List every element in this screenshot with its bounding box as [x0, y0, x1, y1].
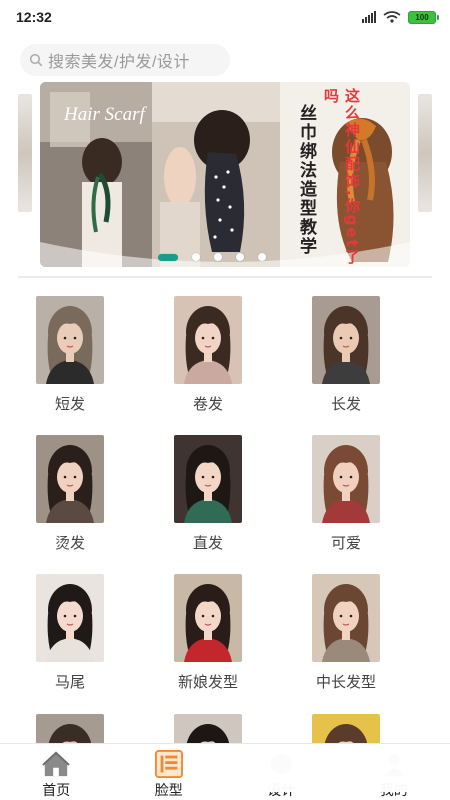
category-item[interactable]: 短发: [25, 296, 115, 414]
category-item[interactable]: 可爱: [301, 435, 391, 553]
banner-main-text: 丝巾绑法造型教学: [296, 104, 316, 256]
face-shape-icon: [154, 750, 183, 778]
carousel-dot[interactable]: [214, 253, 222, 261]
status-icons: 100: [362, 10, 439, 24]
banner-prev-peek[interactable]: [18, 94, 32, 212]
battery-level: 100: [415, 12, 429, 22]
nav-home-label: 首页: [42, 782, 71, 798]
banner-slide[interactable]: Hair Scarf 丝巾绑法造型教学 这么神仙配饰,你get了吗: [40, 82, 410, 267]
banner-next-peek[interactable]: [418, 94, 432, 212]
watermark-overlay: [250, 748, 430, 792]
category-label: 新娘发型: [177, 674, 238, 691]
wifi-icon: [383, 11, 401, 23]
app-screen: 12:32 100 搜索美发/护发/设计 Hair Scarf 丝巾绑法造型教学…: [0, 0, 450, 800]
category-label: 卷发: [192, 396, 223, 413]
search-input[interactable]: 搜索美发/护发/设计: [20, 44, 230, 76]
category-thumbnail: [174, 574, 242, 662]
status-time: 12:32: [16, 9, 52, 25]
category-thumbnail: [36, 296, 104, 384]
carousel-dot[interactable]: [192, 253, 200, 261]
category-item[interactable]: 烫发: [25, 435, 115, 553]
category-thumbnail: [174, 435, 242, 523]
category-label: 长发: [330, 396, 361, 413]
search-placeholder: 搜索美发/护发/设计: [48, 54, 190, 71]
banner-accent-text: 这么神仙配饰,你get了吗: [322, 88, 361, 266]
category-label: 可爱: [330, 535, 361, 552]
status-bar: 12:32 100: [0, 0, 450, 34]
category-label: 烫发: [54, 535, 85, 552]
divider: [18, 276, 432, 278]
category-item[interactable]: 直发: [163, 435, 253, 553]
category-item[interactable]: 马尾: [25, 574, 115, 692]
category-label: 直发: [192, 535, 223, 552]
carousel-dot[interactable]: [258, 253, 266, 261]
category-thumbnail: [312, 435, 380, 523]
category-item[interactable]: 卷发: [163, 296, 253, 414]
carousel-dot[interactable]: [236, 253, 244, 261]
category-label: 马尾: [54, 674, 85, 691]
banner-script-text: Hair Scarf: [64, 104, 145, 125]
carousel-dot[interactable]: [158, 253, 178, 261]
category-item[interactable]: 新娘发型: [163, 574, 253, 692]
banner-carousel[interactable]: Hair Scarf 丝巾绑法造型教学 这么神仙配饰,你get了吗: [0, 82, 450, 282]
nav-face-shape-label: 脸型: [154, 782, 183, 798]
category-item[interactable]: 中长发型: [301, 574, 391, 692]
category-item[interactable]: 长发: [301, 296, 391, 414]
category-thumbnail: [312, 574, 380, 662]
search-icon: [29, 53, 43, 67]
category-thumbnail: [312, 296, 380, 384]
home-icon: [42, 751, 70, 777]
nav-home[interactable]: 首页: [0, 744, 113, 800]
signal-icon: [362, 11, 376, 23]
nav-face-shape[interactable]: 脸型: [113, 744, 226, 800]
battery-icon: 100: [408, 10, 439, 24]
category-thumbnail: [36, 574, 104, 662]
category-label: 短发: [54, 396, 85, 413]
category-thumbnail: [36, 435, 104, 523]
carousel-indicators: [158, 253, 266, 261]
category-label: 中长发型: [315, 674, 376, 691]
category-thumbnail: [174, 296, 242, 384]
